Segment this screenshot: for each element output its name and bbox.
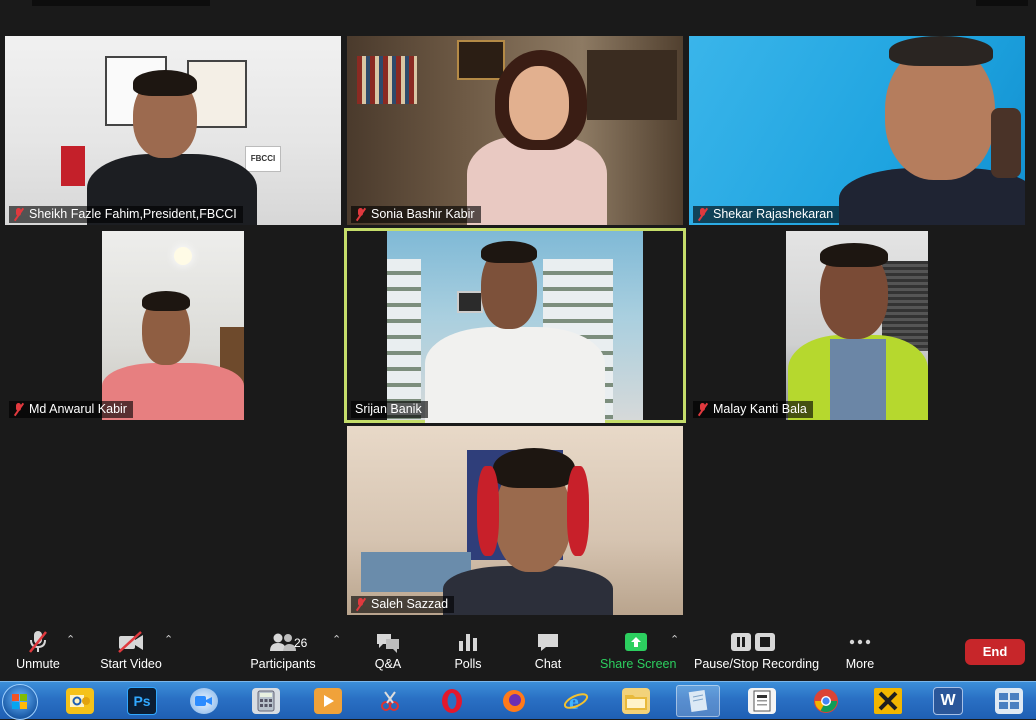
zoom-icon — [190, 688, 218, 714]
participant-video — [102, 231, 244, 420]
participant-video — [387, 231, 643, 423]
more-button[interactable]: More — [842, 629, 878, 677]
video-tile[interactable]: FBCCI Sheikh Fazle Fahim,President,FBCCI — [5, 36, 341, 225]
curtain — [387, 259, 421, 419]
firefox-taskbar-app[interactable] — [492, 685, 536, 717]
calculator-icon — [252, 688, 280, 714]
snipping-tool-taskbar-app[interactable] — [368, 685, 412, 717]
share-options-chevron-up-icon[interactable]: ⌃ — [670, 633, 679, 646]
chrome-icon — [812, 688, 840, 714]
zoom-taskbar-app[interactable] — [182, 685, 226, 717]
outlook-icon — [66, 688, 94, 714]
svg-text:e: e — [569, 689, 579, 713]
fbcci-logo-sign: FBCCI — [245, 146, 281, 172]
microphone-muted-icon — [355, 598, 366, 611]
meeting-info-strip — [32, 0, 210, 6]
participant-name-label: Shekar Rajashekaran — [693, 206, 840, 223]
microphone-muted-icon — [697, 208, 708, 221]
internet-explorer-icon: e — [562, 688, 590, 714]
participant-name-label: Sonia Bashir Kabir — [351, 206, 481, 223]
polls-bar-chart-icon — [450, 629, 486, 655]
video-tile[interactable]: Saleh Sazzad — [347, 426, 683, 615]
media-player-icon — [314, 688, 342, 714]
video-tile[interactable]: Malay Kanti Bala — [689, 231, 1025, 420]
polls-button[interactable]: Polls — [450, 629, 486, 677]
video-tile[interactable]: Shekar Rajashekaran — [689, 36, 1025, 225]
wall-art — [457, 40, 505, 80]
share-screen-arrow-up-icon — [600, 629, 672, 655]
display-settings-icon — [995, 688, 1023, 714]
video-tile-active-speaker[interactable]: Srijan Banik — [344, 228, 686, 423]
meeting-top-bar — [0, 0, 1036, 32]
start-button[interactable] — [2, 684, 38, 720]
qa-button[interactable]: Q&A — [368, 629, 408, 677]
unmute-button[interactable]: Unmute — [10, 629, 66, 677]
document-viewer-icon — [748, 688, 776, 714]
participant-name-label: Srijan Banik — [351, 401, 428, 418]
microphone-muted-icon — [13, 208, 24, 221]
more-ellipsis-icon — [842, 629, 878, 655]
file-explorer-taskbar-app[interactable] — [614, 685, 658, 717]
shelf-decor — [587, 50, 677, 120]
chrome-taskbar-app[interactable] — [804, 685, 848, 717]
snipping-tool-icon — [376, 688, 404, 714]
chat-bubble-icon — [530, 629, 566, 655]
bookshelf — [357, 56, 417, 104]
participants-button[interactable]: Participants 26 — [250, 629, 316, 677]
microphone-muted-icon — [13, 403, 24, 416]
audio-options-chevron-up-icon[interactable]: ⌃ — [66, 633, 75, 646]
pause-stop-recording-button[interactable]: Pause/Stop Recording — [694, 629, 819, 677]
microphone-muted-icon — [355, 208, 366, 221]
participant-name-label: Md Anwarul Kabir — [9, 401, 133, 418]
pause-stop-recording-icon — [694, 629, 812, 655]
windows-taskbar: Ps e W — [0, 681, 1036, 720]
participants-count: 26 — [294, 636, 308, 650]
flag — [61, 146, 85, 186]
opera-icon — [438, 688, 466, 714]
internet-explorer-taskbar-app[interactable]: e — [554, 685, 598, 717]
xampp-taskbar-app[interactable] — [866, 685, 910, 717]
participants-options-chevron-up-icon[interactable]: ⌃ — [332, 633, 341, 646]
outlook-taskbar-app[interactable] — [58, 685, 102, 717]
microphone-muted-icon — [697, 403, 708, 416]
participant-video — [786, 231, 928, 420]
microphone-muted-icon — [10, 629, 66, 655]
firefox-icon — [500, 688, 528, 714]
qa-icon — [368, 629, 408, 655]
display-settings-taskbar-app[interactable] — [986, 685, 1032, 717]
participant-name-label: Saleh Sazzad — [351, 596, 455, 613]
view-toggle-strip — [976, 0, 1028, 6]
media-player-taskbar-app[interactable] — [306, 685, 350, 717]
meeting-controls-toolbar: Unmute ⌃ Start Video ⌃ Participants 26 ⌃… — [0, 625, 1036, 681]
photoshop-icon: Ps — [127, 687, 157, 715]
document-viewer-taskbar-app[interactable] — [740, 685, 784, 717]
notes-icon — [684, 688, 712, 714]
windows-logo-icon — [12, 694, 28, 710]
calculator-taskbar-app[interactable] — [244, 685, 288, 717]
word-taskbar-app[interactable]: W — [926, 685, 970, 717]
photoshop-taskbar-app[interactable]: Ps — [120, 685, 164, 717]
participant-name-label: Sheikh Fazle Fahim,President,FBCCI — [9, 206, 243, 223]
xampp-icon — [874, 688, 902, 714]
start-video-button[interactable]: Start Video — [100, 629, 162, 677]
participant-name-label: Malay Kanti Bala — [693, 401, 813, 418]
end-meeting-button[interactable]: End — [965, 639, 1025, 665]
video-options-chevron-up-icon[interactable]: ⌃ — [164, 633, 173, 646]
video-tile[interactable]: Md Anwarul Kabir — [5, 231, 341, 420]
wall-frame — [457, 291, 483, 313]
chat-button[interactable]: Chat — [530, 629, 566, 677]
notes-taskbar-app[interactable] — [676, 685, 720, 717]
word-icon: W — [933, 687, 963, 715]
file-explorer-icon — [622, 688, 650, 714]
opera-taskbar-app[interactable] — [430, 685, 474, 717]
share-screen-button[interactable]: Share Screen — [600, 629, 676, 677]
video-tile[interactable]: Sonia Bashir Kabir — [347, 36, 683, 225]
video-camera-off-icon — [100, 629, 162, 655]
